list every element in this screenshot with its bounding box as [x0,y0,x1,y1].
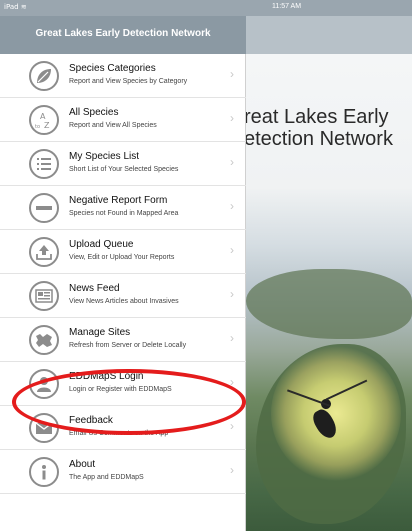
menu-item-species-categories[interactable]: Species Categories Report and View Speci… [0,54,246,98]
leaf-icon [29,61,59,91]
menu-item-manage-sites[interactable]: Manage Sites Refresh from Server or Dele… [0,318,246,362]
chevron-right-icon: › [230,155,234,169]
menu-subtitle: View News Articles about Invasives [69,298,179,305]
chevron-right-icon: › [230,419,234,433]
map-icon [29,325,59,355]
menu-subtitle: Short List of Your Selected Species [69,166,179,173]
menu-title: Species Categories [69,63,156,74]
chevron-right-icon: › [230,199,234,213]
status-time: 11:57 AM [272,3,302,10]
sidebar-menu: Species Categories Report and View Speci… [0,54,246,531]
svg-text:to: to [35,124,40,130]
svg-text:Z: Z [44,121,50,130]
list-icon [29,149,59,179]
device-label: iPad [4,3,19,11]
content-title-line2: etection Network [246,128,393,150]
menu-title: My Species List [69,151,140,162]
sidebar-nav-bar: Great Lakes Early Detection Network [0,16,246,54]
wifi-icon: ≋ [20,3,27,11]
minus-icon [29,193,59,223]
menu-title: Upload Queue [69,239,134,250]
menu-title: All Species [69,107,119,118]
menu-subtitle: Report and View Species by Category [69,78,188,85]
menu-title: About [69,459,96,470]
menu-subtitle: Species not Found in Mapped Area [69,210,179,217]
nav-title: Great Lakes Early Detection Network [35,28,211,39]
chevron-right-icon: › [230,111,234,125]
highlight-glow [271,346,401,481]
menu-title: Negative Report Form [69,195,168,206]
menu-subtitle: View, Edit or Upload Your Reports [69,254,175,261]
content-title-line1: reat Lakes Early [246,106,389,128]
menu-item-negative-report-form[interactable]: Negative Report Form Species not Found i… [0,186,246,230]
satellite-land [246,269,412,339]
a-to-z-icon: Ato Z [29,105,59,135]
status-bar: iPad ≋ 11:57 AM [0,0,412,16]
info-icon [29,457,59,487]
news-icon [29,281,59,311]
upload-icon [29,237,59,267]
menu-title: Manage Sites [69,327,131,338]
highlight-ellipse [12,369,246,435]
svg-text:A: A [40,112,46,121]
menu-title: News Feed [69,283,120,294]
menu-subtitle: Report and View All Species [69,122,157,129]
menu-item-news-feed[interactable]: News Feed View News Articles about Invas… [0,274,246,318]
menu-item-about[interactable]: About The App and EDDMapS › [0,450,246,494]
chevron-right-icon: › [230,67,234,81]
content-nav-bar [246,16,412,54]
chevron-right-icon: › [230,331,234,345]
menu-item-upload-queue[interactable]: Upload Queue View, Edit or Upload Your R… [0,230,246,274]
menu-item-all-species[interactable]: Ato Z All Species Report and View All Spe… [0,98,246,142]
menu-subtitle: The App and EDDMapS [69,474,144,481]
menu-item-my-species-list[interactable]: My Species List Short List of Your Selec… [0,142,246,186]
status-left: iPad ≋ [4,3,27,11]
chevron-right-icon: › [230,463,234,477]
content-panel: reat Lakes Early etection Network [246,54,412,531]
chevron-right-icon: › [230,287,234,301]
chevron-right-icon: › [230,243,234,257]
menu-subtitle: Refresh from Server or Delete Locally [69,342,187,349]
